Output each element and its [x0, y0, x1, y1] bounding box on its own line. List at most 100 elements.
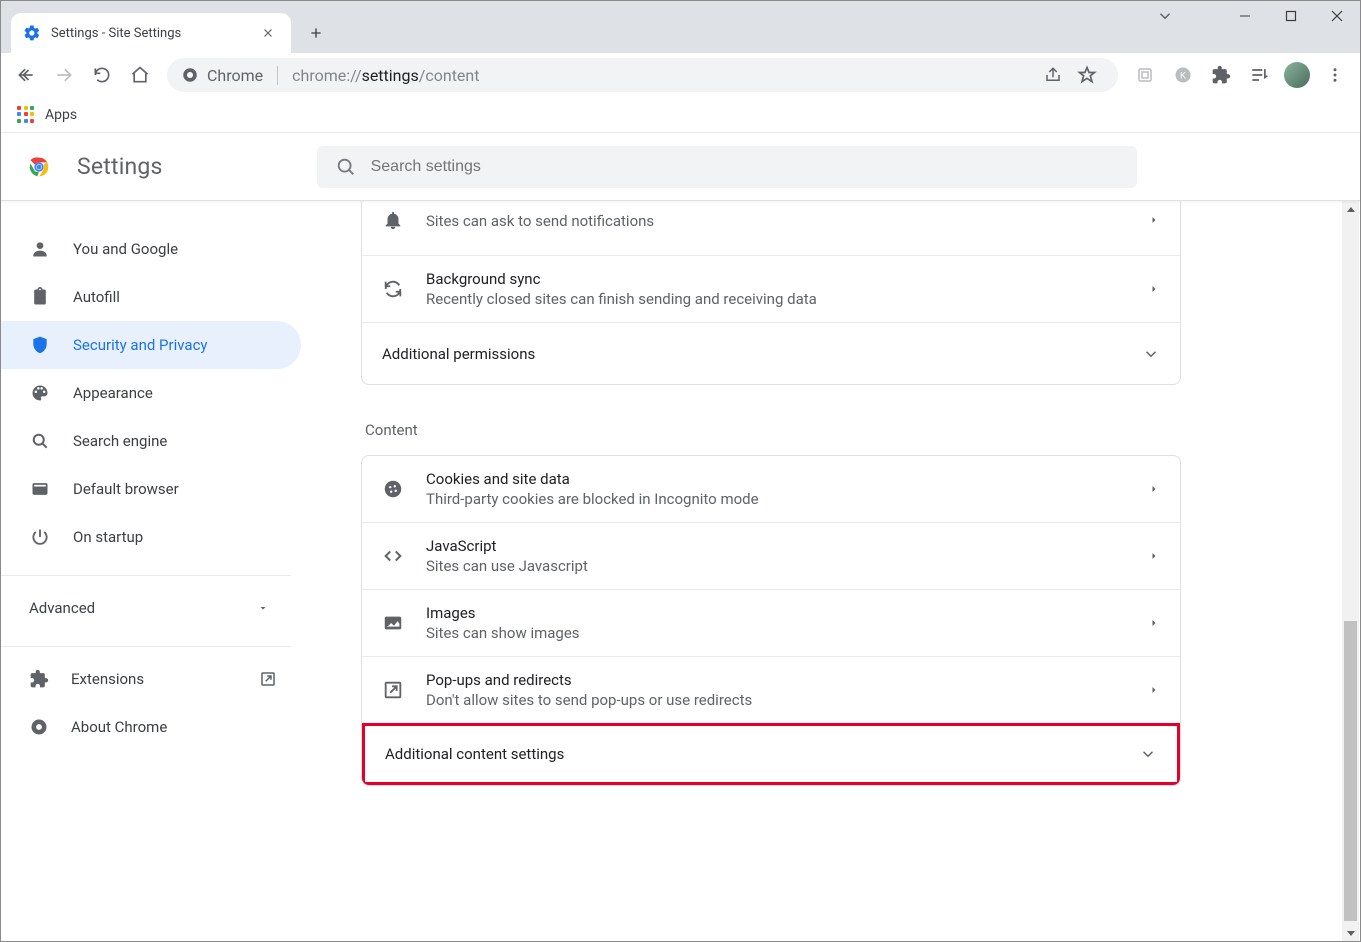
sidebar-item-about-chrome[interactable]: About Chrome — [1, 703, 301, 751]
sidebar-item-label: Extensions — [71, 670, 144, 688]
code-icon — [382, 545, 426, 567]
minimize-button[interactable] — [1222, 1, 1268, 31]
row-title: Additional permissions — [382, 345, 1142, 363]
extensions-puzzle-icon[interactable] — [1204, 58, 1238, 92]
page-title: Settings — [77, 153, 163, 180]
maximize-button[interactable] — [1268, 1, 1314, 31]
address-bar[interactable]: Chrome chrome://settings/content — [167, 58, 1118, 92]
external-link-icon — [259, 670, 277, 688]
sidebar-item-you-and-google[interactable]: You and Google — [1, 225, 301, 273]
search-icon — [29, 431, 51, 451]
bookmarks-bar: Apps — [1, 97, 1360, 133]
vertical-scrollbar[interactable] — [1342, 201, 1359, 941]
home-button[interactable] — [123, 58, 157, 92]
sidebar-item-extensions[interactable]: Extensions — [1, 655, 301, 703]
scroll-up-icon[interactable] — [1342, 201, 1359, 218]
close-window-button[interactable] — [1314, 1, 1360, 31]
shield-icon — [29, 335, 51, 355]
chevron-down-icon — [1139, 745, 1157, 763]
extension-icon-2[interactable]: K — [1166, 58, 1200, 92]
cookie-icon — [382, 478, 426, 500]
row-images[interactable]: Images Sites can show images — [362, 589, 1180, 656]
content-card: Cookies and site data Third-party cookie… — [361, 455, 1181, 786]
settings-sidebar: You and Google Autofill Security and Pri… — [1, 201, 301, 941]
row-subtitle: Sites can ask to send notifications — [426, 212, 1148, 230]
bookmark-star-icon[interactable] — [1070, 58, 1104, 92]
chevron-right-icon — [1148, 214, 1160, 226]
chevron-right-icon — [1148, 283, 1160, 295]
permissions-card: Sites can ask to send notifications Back… — [361, 201, 1181, 385]
sidebar-item-label: Security and Privacy — [73, 336, 208, 354]
settings-header: Settings — [1, 133, 1360, 201]
sidebar-item-label: Autofill — [73, 288, 120, 306]
row-popups[interactable]: Pop-ups and redirects Don't allow sites … — [362, 656, 1180, 723]
sidebar-separator — [1, 646, 291, 647]
power-icon — [29, 527, 51, 547]
sidebar-item-appearance[interactable]: Appearance — [1, 369, 301, 417]
share-icon[interactable] — [1036, 58, 1070, 92]
extension-icon-1[interactable] — [1128, 58, 1162, 92]
row-title: Cookies and site data — [426, 470, 1148, 488]
sidebar-item-label: Search engine — [73, 432, 167, 450]
row-additional-permissions[interactable]: Additional permissions — [362, 322, 1180, 384]
apps-grid-icon[interactable] — [17, 106, 35, 124]
reload-button[interactable] — [85, 58, 119, 92]
chrome-chip-icon — [181, 66, 199, 84]
sidebar-item-autofill[interactable]: Autofill — [1, 273, 301, 321]
sidebar-item-search-engine[interactable]: Search engine — [1, 417, 301, 465]
search-icon — [335, 156, 357, 178]
person-icon — [29, 239, 51, 259]
tabs-dropdown-icon[interactable] — [1156, 7, 1174, 25]
browser-toolbar: Chrome chrome://settings/content K — [1, 53, 1360, 97]
row-title: Images — [426, 604, 1148, 622]
browser-menu-icon[interactable] — [1318, 58, 1352, 92]
close-tab-icon[interactable] — [257, 22, 279, 44]
avatar-image — [1284, 62, 1310, 88]
chrome-logo-icon — [25, 153, 53, 181]
row-title: Pop-ups and redirects — [426, 671, 1148, 689]
row-title: Background sync — [426, 270, 1148, 288]
scroll-down-icon[interactable] — [1342, 924, 1359, 941]
row-notifications[interactable]: Sites can ask to send notifications — [362, 201, 1180, 255]
chevron-right-icon — [1148, 550, 1160, 562]
row-title: Additional content settings — [385, 745, 1139, 763]
window-controls — [1222, 1, 1360, 31]
back-button[interactable] — [9, 58, 43, 92]
search-settings-box[interactable] — [317, 146, 1137, 188]
reading-list-icon[interactable] — [1242, 58, 1276, 92]
sidebar-item-label: On startup — [73, 528, 143, 546]
chevron-down-icon — [1142, 345, 1160, 363]
sidebar-item-on-startup[interactable]: On startup — [1, 513, 301, 561]
clipboard-icon — [29, 287, 51, 307]
caret-down-icon — [257, 602, 269, 614]
sidebar-item-label: Appearance — [73, 384, 153, 402]
browser-tab[interactable]: Settings - Site Settings — [11, 13, 291, 53]
popup-icon — [382, 679, 426, 701]
image-icon — [382, 612, 426, 634]
row-title: JavaScript — [426, 537, 1148, 555]
sidebar-item-label: You and Google — [73, 240, 178, 258]
row-additional-content-settings[interactable]: Additional content settings — [362, 723, 1180, 785]
sidebar-item-security-privacy[interactable]: Security and Privacy — [1, 321, 301, 369]
row-cookies[interactable]: Cookies and site data Third-party cookie… — [362, 456, 1180, 522]
row-background-sync[interactable]: Background sync Recently closed sites ca… — [362, 255, 1180, 322]
profile-avatar[interactable] — [1280, 58, 1314, 92]
scrollbar-thumb[interactable] — [1344, 621, 1357, 921]
apps-bookmark-label[interactable]: Apps — [45, 107, 77, 123]
sidebar-item-label: About Chrome — [71, 718, 167, 736]
bell-icon — [382, 209, 426, 231]
forward-button[interactable] — [47, 58, 81, 92]
sidebar-item-default-browser[interactable]: Default browser — [1, 465, 301, 513]
browser-titlebar: Settings - Site Settings — [1, 1, 1360, 53]
row-subtitle: Sites can show images — [426, 624, 1148, 642]
new-tab-button[interactable] — [301, 18, 331, 48]
row-javascript[interactable]: JavaScript Sites can use Javascript — [362, 522, 1180, 589]
browser-window-icon — [29, 479, 51, 499]
site-info-chip[interactable]: Chrome — [181, 66, 278, 85]
svg-text:K: K — [1180, 70, 1186, 80]
puzzle-icon — [29, 669, 49, 689]
search-settings-input[interactable] — [371, 158, 1119, 176]
chrome-outline-icon — [29, 717, 49, 737]
sidebar-advanced[interactable]: Advanced — [1, 584, 301, 632]
sidebar-separator — [1, 575, 291, 576]
